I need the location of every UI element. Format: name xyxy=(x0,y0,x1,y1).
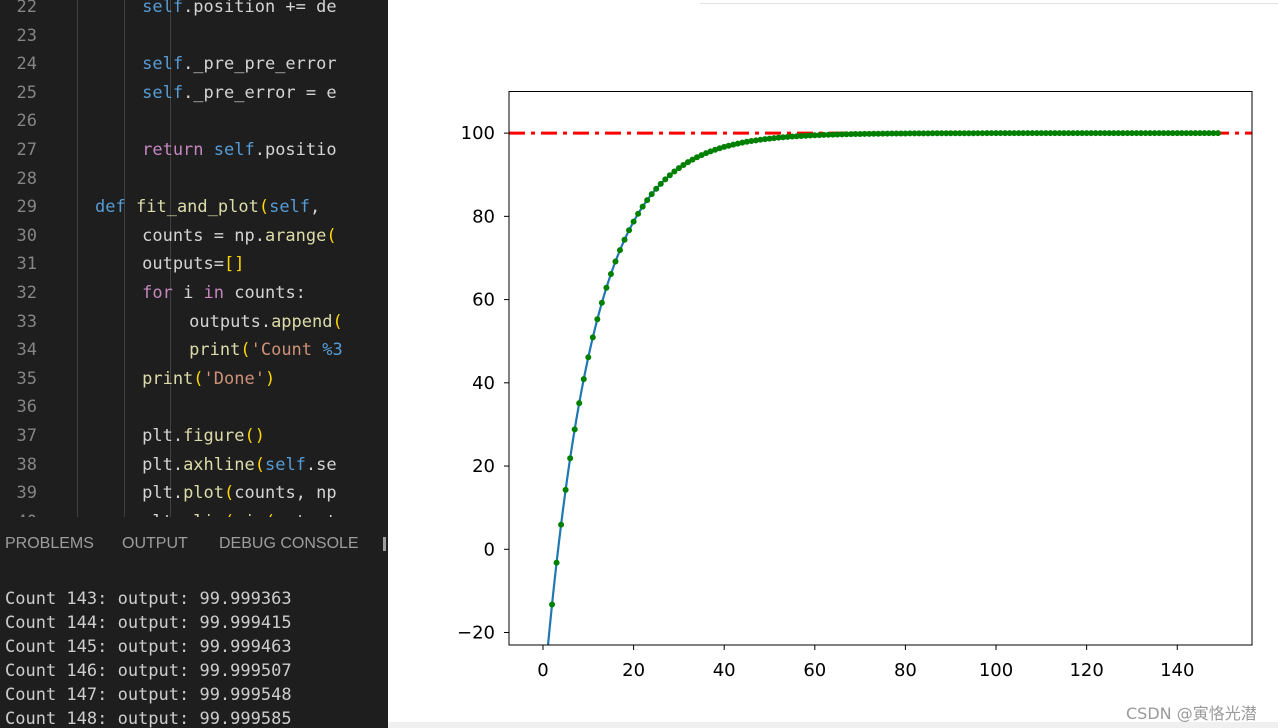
data-point xyxy=(545,647,551,653)
data-point xyxy=(612,258,619,265)
data-point xyxy=(607,271,614,278)
x-tick-label: 0 xyxy=(537,660,548,681)
y-tick-label: 20 xyxy=(472,456,495,477)
data-point xyxy=(617,247,623,254)
y-tick-label: 80 xyxy=(472,206,495,227)
x-tick-label: 20 xyxy=(622,660,645,681)
data-point xyxy=(598,299,605,306)
y-tick-label: 40 xyxy=(472,373,495,394)
x-tick-label: 100 xyxy=(979,660,1013,681)
x-tick-label: 40 xyxy=(713,660,736,681)
data-point xyxy=(594,316,601,323)
watermark: CSDN @寅恪光潜 xyxy=(1126,704,1257,723)
data-point xyxy=(653,185,660,192)
data-point xyxy=(626,227,633,234)
data-point xyxy=(580,376,587,383)
data-point xyxy=(562,486,569,493)
data-point xyxy=(621,236,628,243)
data-point xyxy=(571,426,578,433)
y-tick-label: 100 xyxy=(461,123,495,144)
x-tick-label: 120 xyxy=(1069,660,1103,681)
data-point xyxy=(576,400,583,407)
data-point xyxy=(657,180,664,187)
data-point xyxy=(549,601,556,608)
plot-area xyxy=(509,91,1252,645)
data-point xyxy=(585,354,592,361)
data-point xyxy=(639,203,646,210)
data-point xyxy=(630,218,637,225)
data-point xyxy=(662,176,669,183)
matplotlib-figure: 0 20 40 60 80 100 120 140 −20 0 20 40 60 80 100 xyxy=(457,91,1253,681)
data-point xyxy=(553,559,560,566)
y-tick-label: 60 xyxy=(472,290,495,311)
x-tick-label: 140 xyxy=(1160,660,1194,681)
data-point xyxy=(635,210,642,217)
y-tick-label: −20 xyxy=(457,623,495,644)
data-point xyxy=(648,191,655,198)
y-tick-label: 0 xyxy=(484,539,495,560)
x-tick-label: 80 xyxy=(894,660,917,681)
data-point xyxy=(567,455,574,462)
data-point xyxy=(644,197,651,204)
data-point xyxy=(589,334,596,341)
x-tick-label: 60 xyxy=(803,660,826,681)
data-point xyxy=(1215,130,1222,137)
data-point xyxy=(603,284,610,291)
data-point xyxy=(558,521,565,528)
